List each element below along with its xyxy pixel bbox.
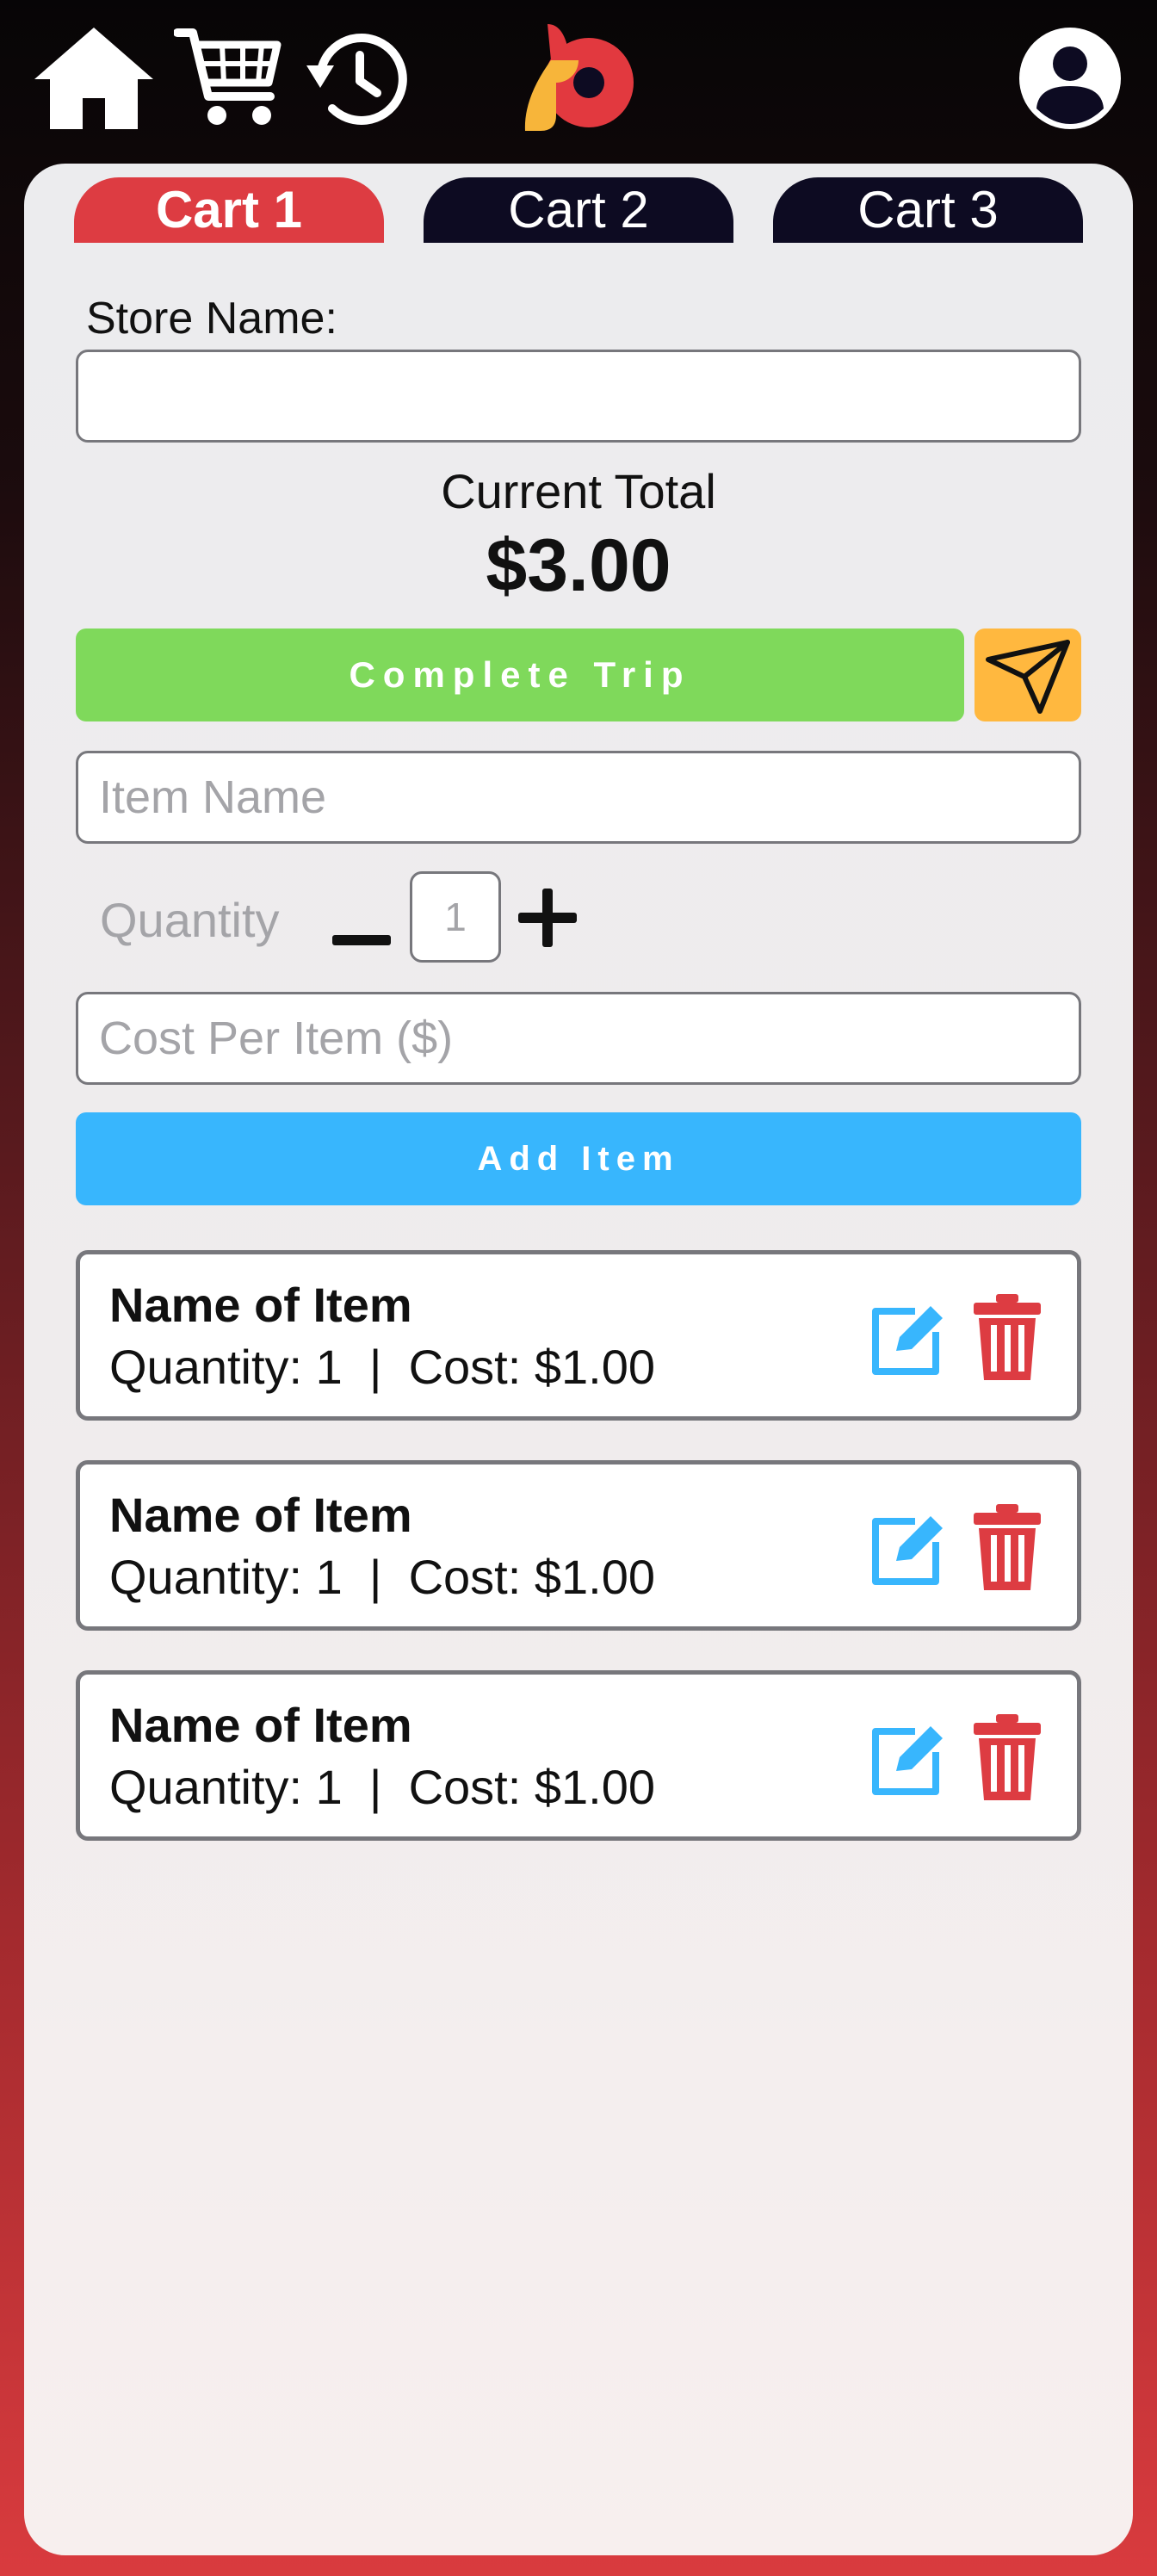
shopping-cart-icon[interactable] — [174, 24, 282, 131]
store-name-input[interactable] — [76, 350, 1081, 443]
trash-icon[interactable] — [970, 1294, 1044, 1380]
cart-item-card: Name of Item Quantity: 1 | Cost: $1.00 — [76, 1250, 1081, 1421]
cart-panel: Cart 1 Cart 2 Cart 3 Store Name: Current… — [24, 164, 1133, 2555]
app-logo — [524, 24, 634, 131]
cart-item-card: Name of Item Quantity: 1 | Cost: $1.00 — [76, 1460, 1081, 1631]
top-nav-bar — [0, 0, 1157, 164]
quantity-increment-button[interactable] — [518, 889, 577, 947]
quantity-label: Quantity — [100, 893, 280, 947]
tab-cart-3[interactable]: Cart 3 — [773, 177, 1083, 243]
item-details: Quantity: 1 | Cost: $1.00 — [109, 1760, 655, 1814]
current-total-label: Current Total — [441, 464, 716, 518]
add-item-button[interactable]: Add Item — [76, 1112, 1081, 1205]
complete-trip-button[interactable]: Complete Trip — [76, 629, 964, 721]
history-icon[interactable] — [303, 28, 408, 131]
item-name: Name of Item — [109, 1698, 412, 1752]
quantity-value[interactable]: 1 — [410, 871, 501, 963]
edit-icon[interactable] — [865, 1297, 948, 1380]
user-avatar-icon[interactable] — [1018, 26, 1123, 131]
store-name-label: Store Name: — [86, 294, 337, 344]
trash-icon[interactable] — [970, 1714, 1044, 1800]
item-name-input[interactable] — [76, 751, 1081, 844]
send-icon — [986, 640, 1070, 714]
item-name: Name of Item — [109, 1278, 412, 1332]
cost-per-item-input[interactable] — [76, 992, 1081, 1085]
trash-icon[interactable] — [970, 1504, 1044, 1590]
send-button[interactable] — [974, 629, 1081, 721]
item-details: Quantity: 1 | Cost: $1.00 — [109, 1550, 655, 1604]
home-icon[interactable] — [33, 26, 155, 131]
item-name: Name of Item — [109, 1488, 412, 1542]
tab-cart-2[interactable]: Cart 2 — [424, 177, 733, 243]
quantity-decrement-button[interactable] — [332, 911, 391, 969]
cart-item-card: Name of Item Quantity: 1 | Cost: $1.00 — [76, 1670, 1081, 1841]
edit-icon[interactable] — [865, 1508, 948, 1590]
current-total-amount: $3.00 — [486, 524, 671, 607]
item-details: Quantity: 1 | Cost: $1.00 — [109, 1340, 655, 1394]
edit-icon[interactable] — [865, 1718, 948, 1800]
tab-cart-1[interactable]: Cart 1 — [74, 177, 384, 243]
